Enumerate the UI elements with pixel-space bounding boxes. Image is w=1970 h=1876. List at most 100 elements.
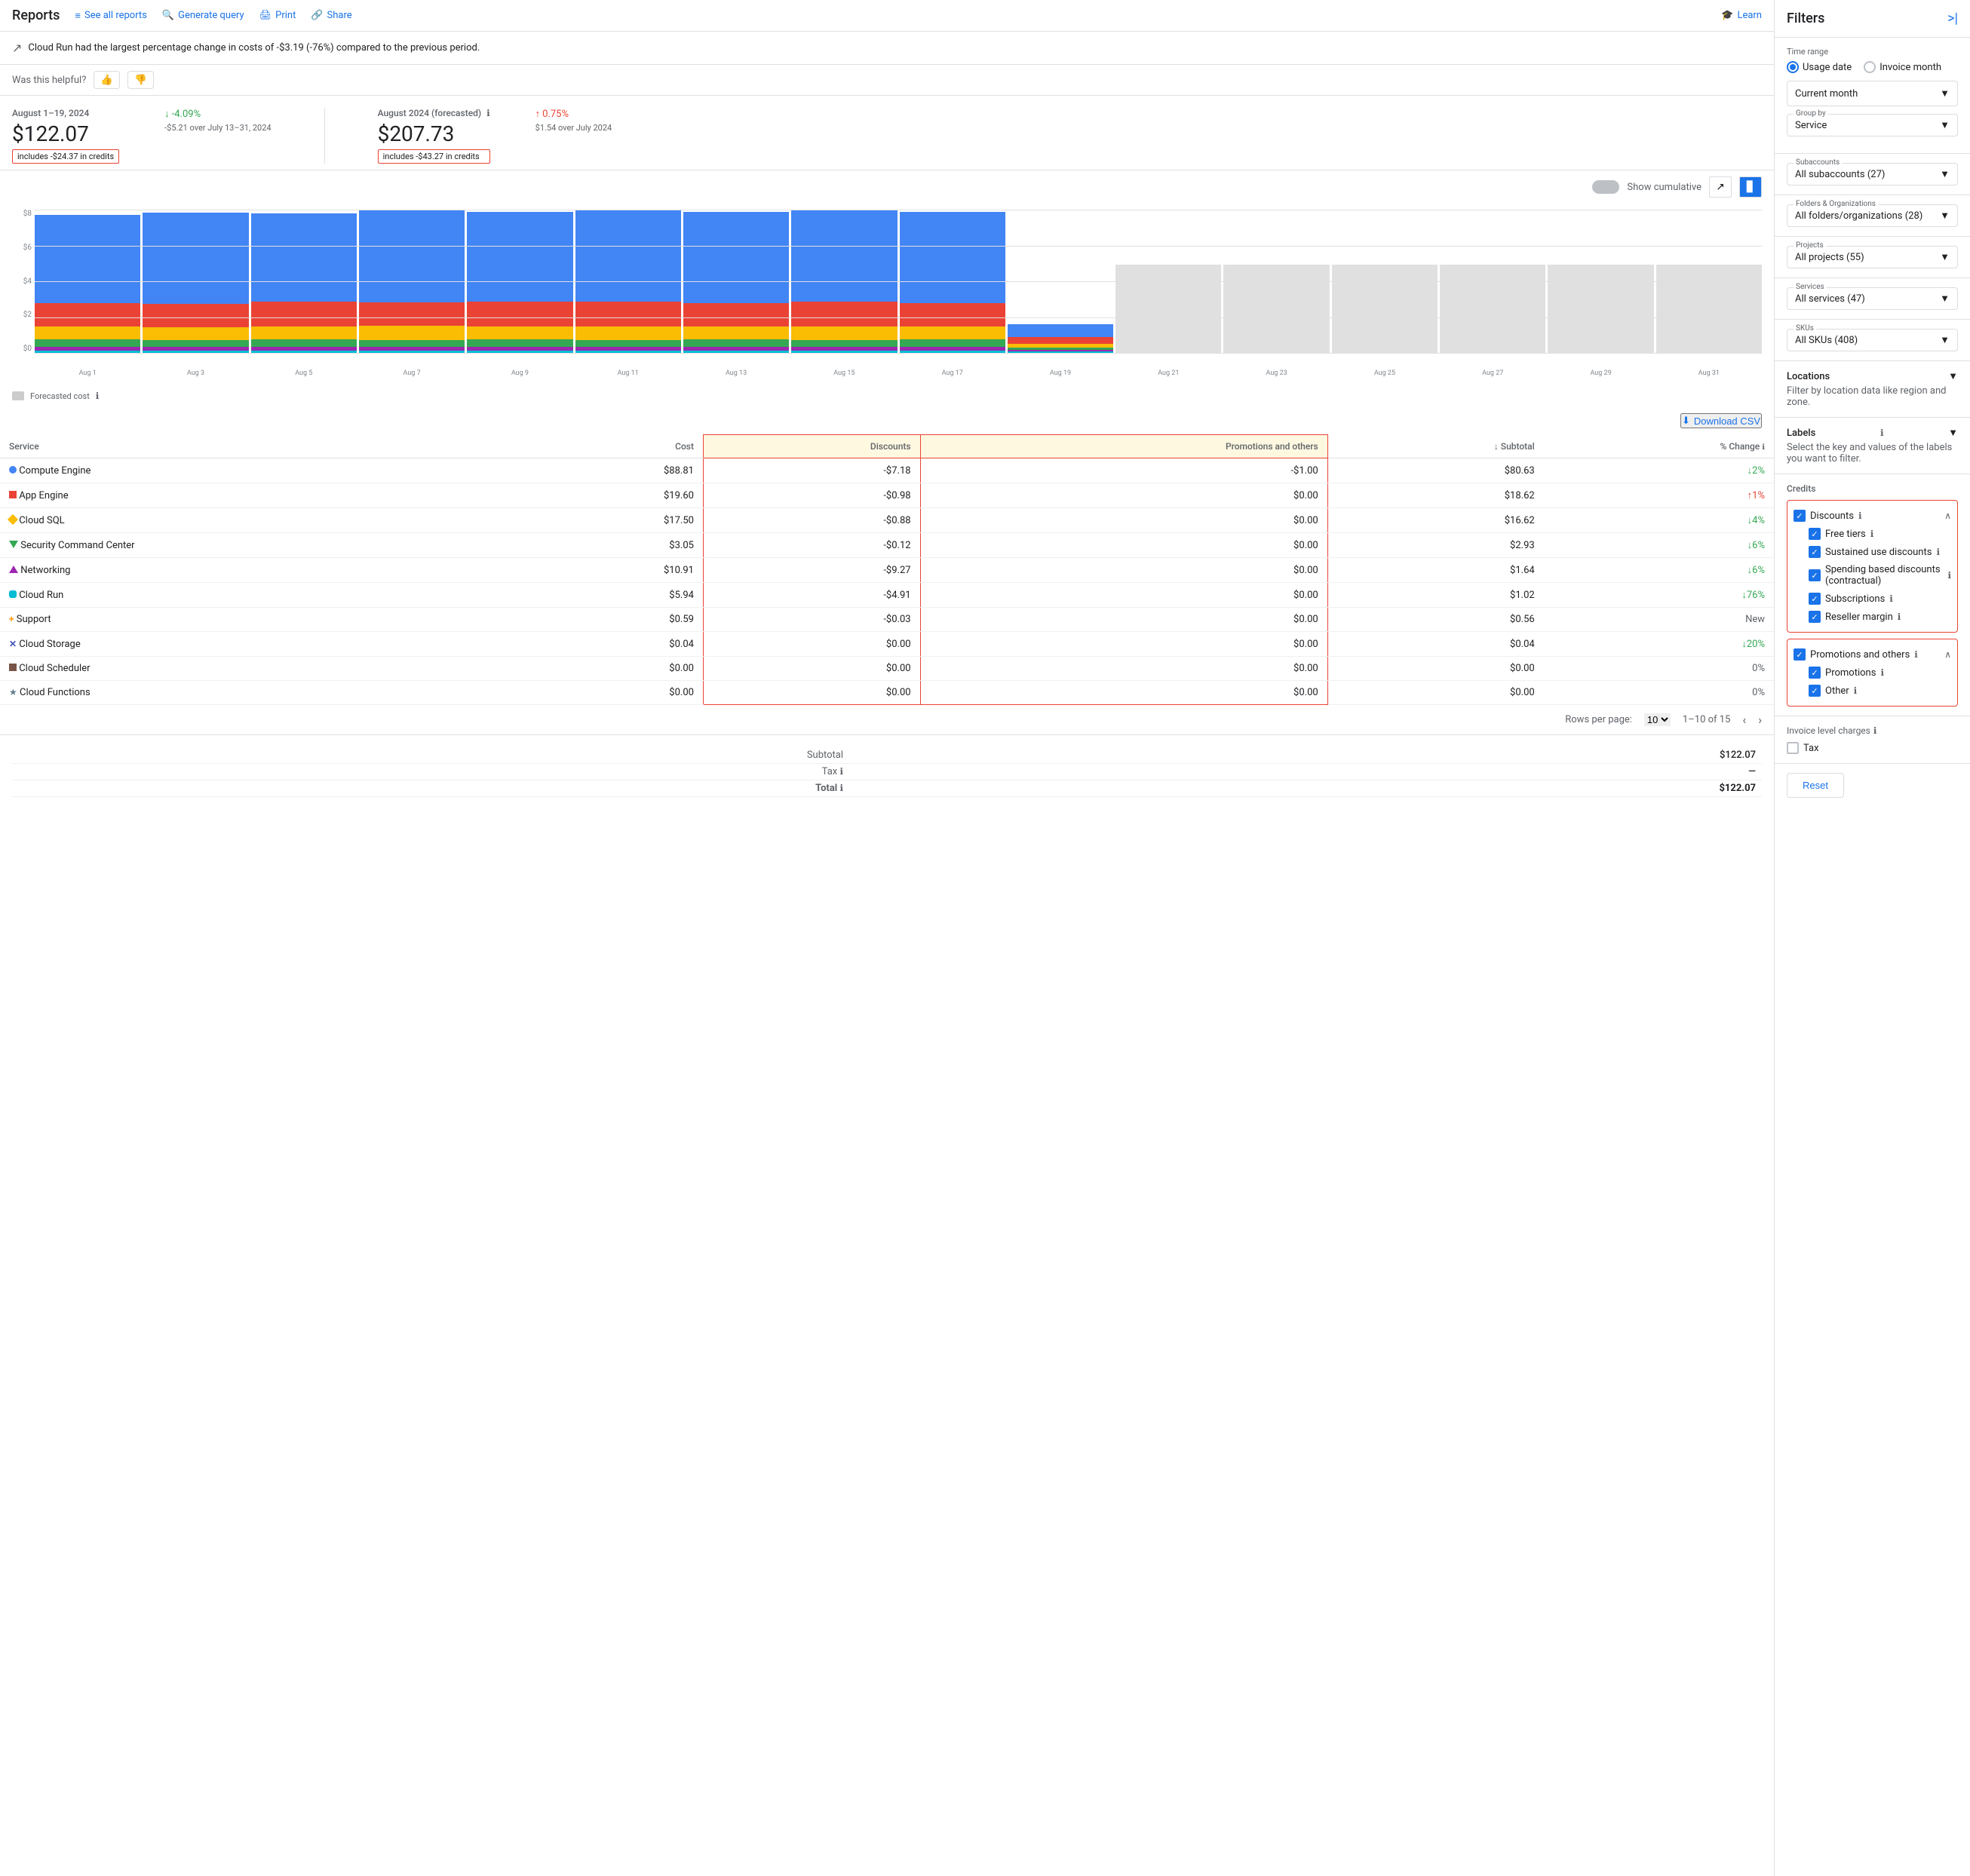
other-checkbox[interactable]: ✓ — [1809, 685, 1821, 697]
totals-section: Subtotal $122.07 Tax ℹ — Total ℹ $122.07 — [0, 734, 1774, 812]
table-row: Compute Engine $88.81 -$7.18 -$1.00 $80.… — [0, 458, 1774, 483]
spending-help-icon[interactable]: ℹ — [1947, 570, 1951, 581]
prev-page-button[interactable]: ‹ — [1742, 713, 1746, 727]
invoice-month-radio-circle — [1864, 61, 1876, 73]
download-csv-button[interactable]: ⬇ Download CSV — [1680, 413, 1762, 428]
chart-legend: Forecasted cost ℹ — [0, 385, 1774, 407]
discounts-collapse-icon[interactable]: ∧ — [1944, 510, 1951, 521]
spending-based-checkbox[interactable]: ✓ — [1809, 569, 1821, 581]
promotions-help-icon[interactable]: ℹ — [1914, 649, 1918, 660]
subscriptions-help-icon[interactable]: ℹ — [1889, 593, 1893, 604]
subaccounts-dropdown[interactable]: All subaccounts (27) ▼ — [1795, 168, 1950, 180]
learn-link[interactable]: 🎓 Learn — [1721, 10, 1762, 21]
subscriptions-checkbox[interactable]: ✓ — [1809, 593, 1821, 605]
reset-button[interactable]: Reset — [1787, 773, 1844, 798]
y-label-6: $6 — [23, 244, 32, 252]
rows-per-page-select[interactable]: 10 25 50 — [1644, 713, 1671, 726]
promotions-sub-checkbox-row[interactable]: ✓ Promotions ℹ — [1794, 664, 1951, 682]
other-checkbox-row[interactable]: ✓ Other ℹ — [1794, 682, 1951, 700]
tax-help-icon[interactable]: ℹ — [839, 766, 843, 777]
labels-header[interactable]: Labels ℹ ▼ — [1787, 427, 1958, 439]
bar-seg-8-1 — [900, 303, 1005, 326]
tax-invoice-checkbox[interactable] — [1787, 742, 1799, 754]
free-tiers-checkbox-row[interactable]: ✓ Free tiers ℹ — [1794, 525, 1951, 543]
discounts-checkbox-row[interactable]: ✓ Discounts ℹ ∧ — [1794, 507, 1951, 525]
labels-help-icon[interactable]: ℹ — [1880, 428, 1884, 438]
discounts-checkbox[interactable]: ✓ — [1794, 510, 1806, 522]
bar-seg-0-2 — [35, 326, 140, 339]
subaccounts-label: Subaccounts — [1794, 158, 1842, 167]
pagination: Rows per page: 10 25 50 1–10 of 15 ‹ › — [0, 705, 1774, 734]
cell-subtotal-5: $1.02 — [1327, 583, 1543, 608]
cell-cost-7: $0.04 — [526, 632, 704, 657]
labels-section: Labels ℹ ▼ Select the key and values of … — [1775, 418, 1970, 474]
bar-seg-2-5 — [251, 351, 357, 353]
sustained-use-checkbox-row[interactable]: ✓ Sustained use discounts ℹ — [1794, 543, 1951, 561]
bar-seg-1-1 — [143, 304, 248, 327]
print-icon: 🖨 — [259, 10, 272, 21]
table-row: Networking $10.91 -$9.27 $0.00 $1.64 ↓6% — [0, 558, 1774, 583]
see-all-reports-link[interactable]: ≡ See all reports — [75, 10, 147, 22]
services-dropdown[interactable]: All services (47) ▼ — [1795, 293, 1950, 305]
line-chart-button[interactable]: ↗ — [1709, 176, 1732, 198]
promotions-sub-help-icon[interactable]: ℹ — [1880, 667, 1884, 678]
next-page-button[interactable]: › — [1758, 713, 1762, 727]
bar-seg-3-2 — [359, 326, 465, 340]
current-month-dropdown[interactable]: Current month ▼ — [1787, 81, 1958, 106]
reseller-margin-checkbox-row[interactable]: ✓ Reseller margin ℹ — [1794, 608, 1951, 626]
y-label-2: $2 — [23, 311, 32, 319]
sustained-help-icon[interactable]: ℹ — [1936, 547, 1940, 557]
total-help-icon[interactable]: ℹ — [839, 783, 843, 793]
x-label-1: Aug 3 — [143, 369, 248, 377]
group-by-dropdown[interactable]: Service ▼ — [1795, 119, 1950, 131]
discounts-help-icon[interactable]: ℹ — [1858, 510, 1862, 521]
sustained-use-checkbox[interactable]: ✓ — [1809, 546, 1821, 558]
change-help-icon[interactable]: ℹ — [1762, 443, 1765, 452]
bar-seg-3-0 — [359, 210, 465, 302]
bar-group-4 — [467, 210, 572, 353]
usage-date-radio[interactable]: Usage date — [1787, 61, 1852, 73]
bar-seg-8-0 — [900, 212, 1005, 303]
sidebar-collapse-button[interactable]: >| — [1947, 11, 1958, 26]
y-label-0: $0 — [23, 345, 32, 353]
forecasted-help-icon[interactable]: ℹ — [96, 391, 100, 401]
subscriptions-checkbox-row[interactable]: ✓ Subscriptions ℹ — [1794, 590, 1951, 608]
reseller-help-icon[interactable]: ℹ — [1898, 612, 1901, 622]
share-icon: 🔗 — [311, 10, 323, 21]
bar-seg-2-3 — [251, 339, 357, 347]
cell-promotions-4: $0.00 — [920, 558, 1327, 583]
cell-service-4: Networking — [0, 558, 526, 583]
bar-group-8 — [900, 210, 1005, 353]
x-label-0: Aug 1 — [35, 369, 140, 377]
bar-chart-button[interactable]: ▊ — [1739, 176, 1762, 198]
cell-subtotal-9: $0.00 — [1327, 681, 1543, 705]
x-label-7: Aug 15 — [791, 369, 897, 377]
other-help-icon[interactable]: ℹ — [1854, 685, 1858, 696]
x-label-13: Aug 27 — [1440, 369, 1545, 377]
skus-dropdown[interactable]: All SKUs (408) ▼ — [1795, 334, 1950, 346]
thumbs-down-button[interactable]: 👎 — [127, 71, 154, 89]
generate-query-link[interactable]: 🔍 Generate query — [162, 10, 244, 21]
promotions-checkbox[interactable]: ✓ — [1794, 648, 1806, 661]
table-controls: ⬇ Download CSV — [0, 407, 1774, 434]
folders-dropdown[interactable]: All folders/organizations (28) ▼ — [1795, 210, 1950, 222]
locations-header[interactable]: Locations ▼ — [1787, 370, 1958, 382]
free-tiers-help-icon[interactable]: ℹ — [1870, 529, 1874, 539]
promotions-sub-checkbox[interactable]: ✓ — [1809, 667, 1821, 679]
share-link[interactable]: 🔗 Share — [311, 10, 351, 21]
print-link[interactable]: 🖨 Print — [259, 10, 296, 21]
invoice-help-icon[interactable]: ℹ — [1873, 725, 1877, 736]
reseller-margin-checkbox[interactable]: ✓ — [1809, 611, 1821, 623]
bar-seg-5-2 — [575, 326, 681, 341]
folders-section: Folders & Organizations All folders/orga… — [1775, 195, 1970, 237]
invoice-month-radio[interactable]: Invoice month — [1864, 61, 1941, 73]
forecast-help-icon[interactable]: ℹ — [486, 108, 490, 118]
promotions-checkbox-row[interactable]: ✓ Promotions and others ℹ ∧ — [1794, 645, 1951, 664]
free-tiers-checkbox[interactable]: ✓ — [1809, 528, 1821, 540]
show-cumulative-toggle[interactable] — [1592, 180, 1619, 194]
projects-dropdown[interactable]: All projects (55) ▼ — [1795, 251, 1950, 263]
spending-based-checkbox-row[interactable]: ✓ Spending based discounts (contractual)… — [1794, 561, 1951, 590]
promotions-collapse-icon[interactable]: ∧ — [1944, 649, 1951, 660]
thumbs-up-button[interactable]: 👍 — [94, 71, 120, 89]
tax-invoice-checkbox-row[interactable]: Tax — [1787, 742, 1958, 754]
